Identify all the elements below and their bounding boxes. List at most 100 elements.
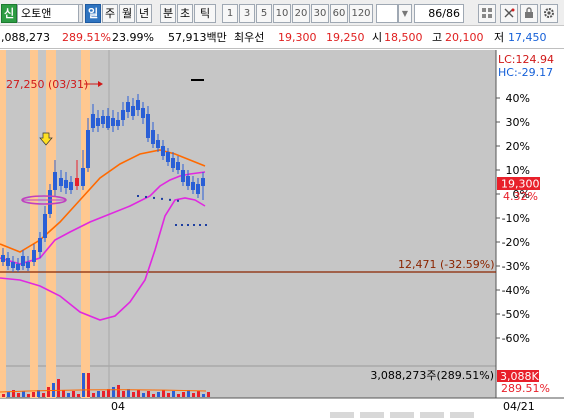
y-axis-label: 40% (506, 92, 530, 105)
high-price-label: 27,250 (03/31) (6, 78, 88, 91)
interval-3-button[interactable]: 3 (239, 4, 255, 23)
candle-body (116, 120, 120, 126)
candle-body (106, 116, 110, 128)
candle-body (64, 180, 68, 188)
scissors-icon[interactable] (500, 4, 518, 23)
volume-bar (67, 393, 70, 397)
y-axis-label: -10% (502, 212, 530, 225)
volume-bar (142, 393, 145, 397)
lock-icon[interactable] (520, 4, 538, 23)
volume-bar (47, 387, 50, 397)
candle-body (126, 102, 130, 112)
volume-bar (137, 390, 140, 397)
open-price: 18,500 (384, 31, 423, 44)
y-axis-label: -40% (502, 284, 530, 297)
candle-body (111, 118, 115, 126)
gear-icon[interactable] (540, 4, 558, 23)
interval-120-button[interactable]: 120 (349, 4, 373, 23)
volume-bar (17, 393, 20, 397)
interval-30-button[interactable]: 30 (311, 4, 329, 23)
candle-body (151, 130, 155, 144)
candle-body (69, 182, 73, 190)
volume-bar (152, 394, 155, 397)
y-axis-label: 10% (506, 164, 530, 177)
trade-value: 57,913백만 (168, 31, 227, 44)
volume-bar (92, 393, 95, 397)
candle-body (48, 190, 52, 214)
volume-bar (102, 391, 105, 397)
low-label: 저 (494, 31, 505, 44)
volume-bar (42, 393, 45, 397)
candle-body (6, 258, 10, 266)
volume-bar (197, 391, 200, 397)
current-price-change: 4.32% (503, 190, 538, 203)
grid-icon[interactable] (478, 4, 496, 23)
interval-60-button[interactable]: 60 (330, 4, 348, 23)
volume-bar (27, 394, 30, 397)
candle-body (59, 178, 63, 186)
page-current: 86 (428, 7, 443, 20)
candle-body (171, 158, 175, 168)
candle-body (86, 130, 90, 168)
volume-tag-change: 289.51% (501, 382, 550, 395)
chart-toolbar: 신 오토앤 일 주 월 년 분 초 틱 1 3 5 10 20 30 60 12… (0, 0, 564, 26)
interval-dropdown-arrow[interactable]: ▼ (398, 4, 412, 23)
volume-bar (72, 391, 75, 397)
candle-body (181, 170, 185, 182)
y-axis-label: -20% (502, 236, 530, 249)
volume-bar (22, 391, 25, 397)
interval-20-button[interactable]: 20 (292, 4, 310, 23)
volume-bar (2, 394, 5, 397)
price-plot-area[interactable] (0, 50, 496, 366)
trail-dot (177, 199, 179, 202)
volume-bar (62, 390, 65, 397)
trail-dot (199, 224, 201, 226)
candle-body (131, 106, 135, 116)
custom-interval-input[interactable] (376, 4, 398, 23)
candle-body (43, 214, 47, 238)
stock-chart[interactable]: 12,471 (-32.59%) 27,250 (03/31) LC:124.9… (0, 49, 564, 418)
hc-label: HC:-29.17 (498, 66, 553, 79)
best-quote-label: 최우선 (234, 31, 265, 44)
candle-body (141, 108, 145, 118)
current-price-value: 19,300 (501, 178, 540, 191)
trail-dot (181, 224, 183, 226)
volume-value: ,088,273 (1, 31, 50, 44)
candle-body (11, 262, 15, 268)
bid-price: 19,250 (326, 31, 365, 44)
x-axis-label-04: 04 (111, 400, 125, 413)
stock-search-dropdown[interactable] (79, 4, 83, 23)
period-month-button[interactable]: 월 (119, 4, 135, 23)
high-label: 고 (432, 31, 443, 44)
interval-1-button[interactable]: 1 (222, 4, 238, 23)
y-axis-label: -30% (502, 260, 530, 273)
volume-bar (32, 392, 35, 397)
period-year-button[interactable]: 년 (136, 4, 152, 23)
interval-10-button[interactable]: 10 (273, 4, 291, 23)
period-minute-button[interactable]: 분 (160, 4, 176, 23)
candle-body (186, 176, 190, 186)
candle-body (32, 250, 36, 262)
trail-dot (193, 224, 195, 226)
y-axis-label: -50% (502, 308, 530, 321)
candle-body (156, 140, 160, 148)
candle-body (96, 118, 100, 126)
trail-dot (145, 195, 147, 198)
highlight-band (0, 50, 6, 398)
candle-body (166, 152, 170, 162)
stock-name-input[interactable]: 오토앤 (17, 4, 79, 23)
period-second-button[interactable]: 초 (177, 4, 193, 23)
interval-5-button[interactable]: 5 (256, 4, 272, 23)
period-week-button[interactable]: 주 (102, 4, 118, 23)
candle-body (1, 255, 5, 262)
market-badge[interactable]: 신 (1, 4, 17, 23)
volume-bar (192, 393, 195, 397)
candle-body (176, 162, 180, 170)
page-count-input[interactable]: 86/86 (414, 4, 464, 23)
period-tick-button[interactable]: 틱 (194, 4, 216, 23)
candle-body (121, 110, 125, 120)
volume-bar (172, 391, 175, 397)
period-day-button[interactable]: 일 (85, 4, 101, 23)
candle-body (75, 178, 79, 186)
volume-bar (77, 394, 80, 397)
